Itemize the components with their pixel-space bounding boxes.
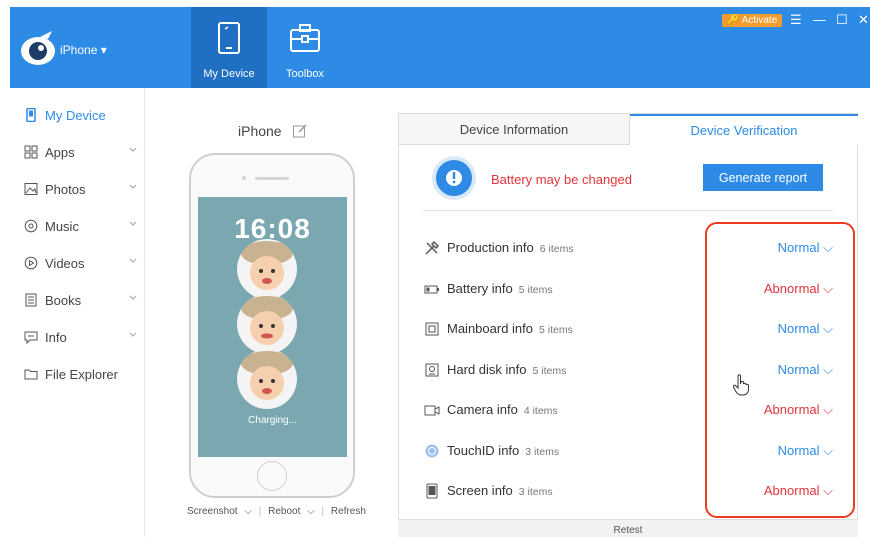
phone-icon [26,108,36,122]
row-count: 3 items [525,446,560,458]
music-icon [24,219,38,233]
screenshot-button[interactable]: Screenshot ⌵ [187,506,252,517]
phone-speaker [255,177,289,180]
hard-disk-icon [425,363,439,377]
sidebar-item-music[interactable]: Music [24,216,137,236]
minimize-icon[interactable]: — [813,12,826,27]
warning-message: Battery may be changed [491,172,632,187]
row-count: 3 items [518,486,553,498]
wallpaper-photo [237,349,297,409]
chevron-down-icon [129,332,137,337]
sidebar-item-label: Videos [45,255,85,271]
wallpaper-photo [237,294,297,354]
row-name: Hard disk info [447,362,527,377]
row-count: 6 items [539,243,574,255]
generate-report-button[interactable]: Generate report [703,164,823,191]
device-selector[interactable]: iPhone ▾ [60,43,107,57]
close-icon[interactable]: ✕ [858,12,869,28]
charging-status: Charging... [248,415,297,426]
maximize-icon[interactable]: ☐ [836,12,848,28]
sidebar-item-label: File Explorer [45,366,118,382]
row-name: Battery info [447,281,513,296]
tab-device-verification[interactable]: Device Verification [630,114,858,145]
status-highlight-box [705,222,855,518]
phone-camera [242,176,246,180]
apps-grid-icon [24,145,38,159]
chevron-down-icon [129,295,137,300]
sidebar-item-books[interactable]: Books [24,290,137,310]
tools-icon [425,240,440,255]
sidebar-item-label: Books [45,292,82,308]
refresh-button[interactable]: Refresh [331,506,366,517]
retest-button[interactable]: Retest [398,519,858,537]
folder-icon [24,369,38,380]
tab-device-information[interactable]: Device Information [399,114,630,145]
nav-toolbox[interactable]: Toolbox [267,7,343,88]
chevron-down-icon [129,184,137,189]
sidebar-item-my-device[interactable]: My Device [24,105,106,125]
book-icon [25,293,37,307]
row-name: Production info [447,240,534,255]
divider [423,210,833,211]
separator: | [321,506,325,517]
sidebar: My Device Apps Photos Music Videos Books… [10,88,145,537]
phone-actions: Screenshot ⌵ | Reboot ⌵ | Refresh [187,506,370,517]
sidebar-item-label: Music [45,218,79,234]
menu-icon[interactable]: ☰ [790,12,802,28]
sidebar-item-label: Info [45,329,67,345]
activate-button[interactable]: 🔑 Activate [722,14,783,27]
row-count: 5 items [532,365,567,377]
phone-screen: 16:08 Charging... [198,197,347,457]
warning-icon [432,156,476,200]
device-icon [218,22,240,54]
sidebar-item-apps[interactable]: Apps [24,142,137,162]
sidebar-item-label: My Device [45,107,106,123]
hand-cursor-icon [732,374,749,396]
title-strip [0,0,870,7]
chat-info-icon [24,331,38,344]
toolbox-icon [290,24,320,52]
row-count: 5 items [518,284,553,296]
edit-icon[interactable] [292,123,308,139]
sidebar-item-photos[interactable]: Photos [24,179,137,199]
row-name: Camera info [447,402,518,417]
row-name: Screen info [447,483,513,498]
device-name: iPhone [238,123,282,139]
sidebar-item-label: Apps [45,144,75,160]
chevron-down-icon [129,221,137,226]
sidebar-item-label: Photos [45,181,86,197]
row-count: 5 items [539,324,573,336]
mainboard-icon [425,322,439,336]
wallpaper-photo [237,239,297,299]
reboot-label: Reboot [268,506,301,517]
top-bar: iPhone ▾ My Device Toolbox 🔑 Activate ☰ … [10,7,870,88]
battery-icon [424,285,439,294]
screen-icon [426,483,438,499]
sidebar-item-file-explorer[interactable]: File Explorer [24,364,118,384]
video-play-icon [24,256,38,270]
photo-icon [24,183,38,195]
fingerprint-icon [425,444,439,458]
screenshot-label: Screenshot [187,506,238,517]
nav-my-device-label: My Device [203,68,255,80]
sidebar-item-videos[interactable]: Videos [24,253,137,273]
chevron-down-icon [129,147,137,152]
reboot-button[interactable]: Reboot ⌵ [268,506,315,517]
row-name: TouchID info [447,443,520,458]
home-button [257,461,287,491]
app-logo-icon [21,31,55,65]
separator: | [258,506,262,517]
nav-my-device[interactable]: My Device [191,7,267,88]
nav-toolbox-label: Toolbox [286,68,324,80]
phone-mockup: 16:08 Charging... [189,153,355,498]
row-count: 4 items [523,405,558,417]
chevron-down-icon [129,258,137,263]
sidebar-item-info[interactable]: Info [24,327,137,347]
row-name: Mainboard info [447,321,533,336]
camera-icon [424,405,440,416]
